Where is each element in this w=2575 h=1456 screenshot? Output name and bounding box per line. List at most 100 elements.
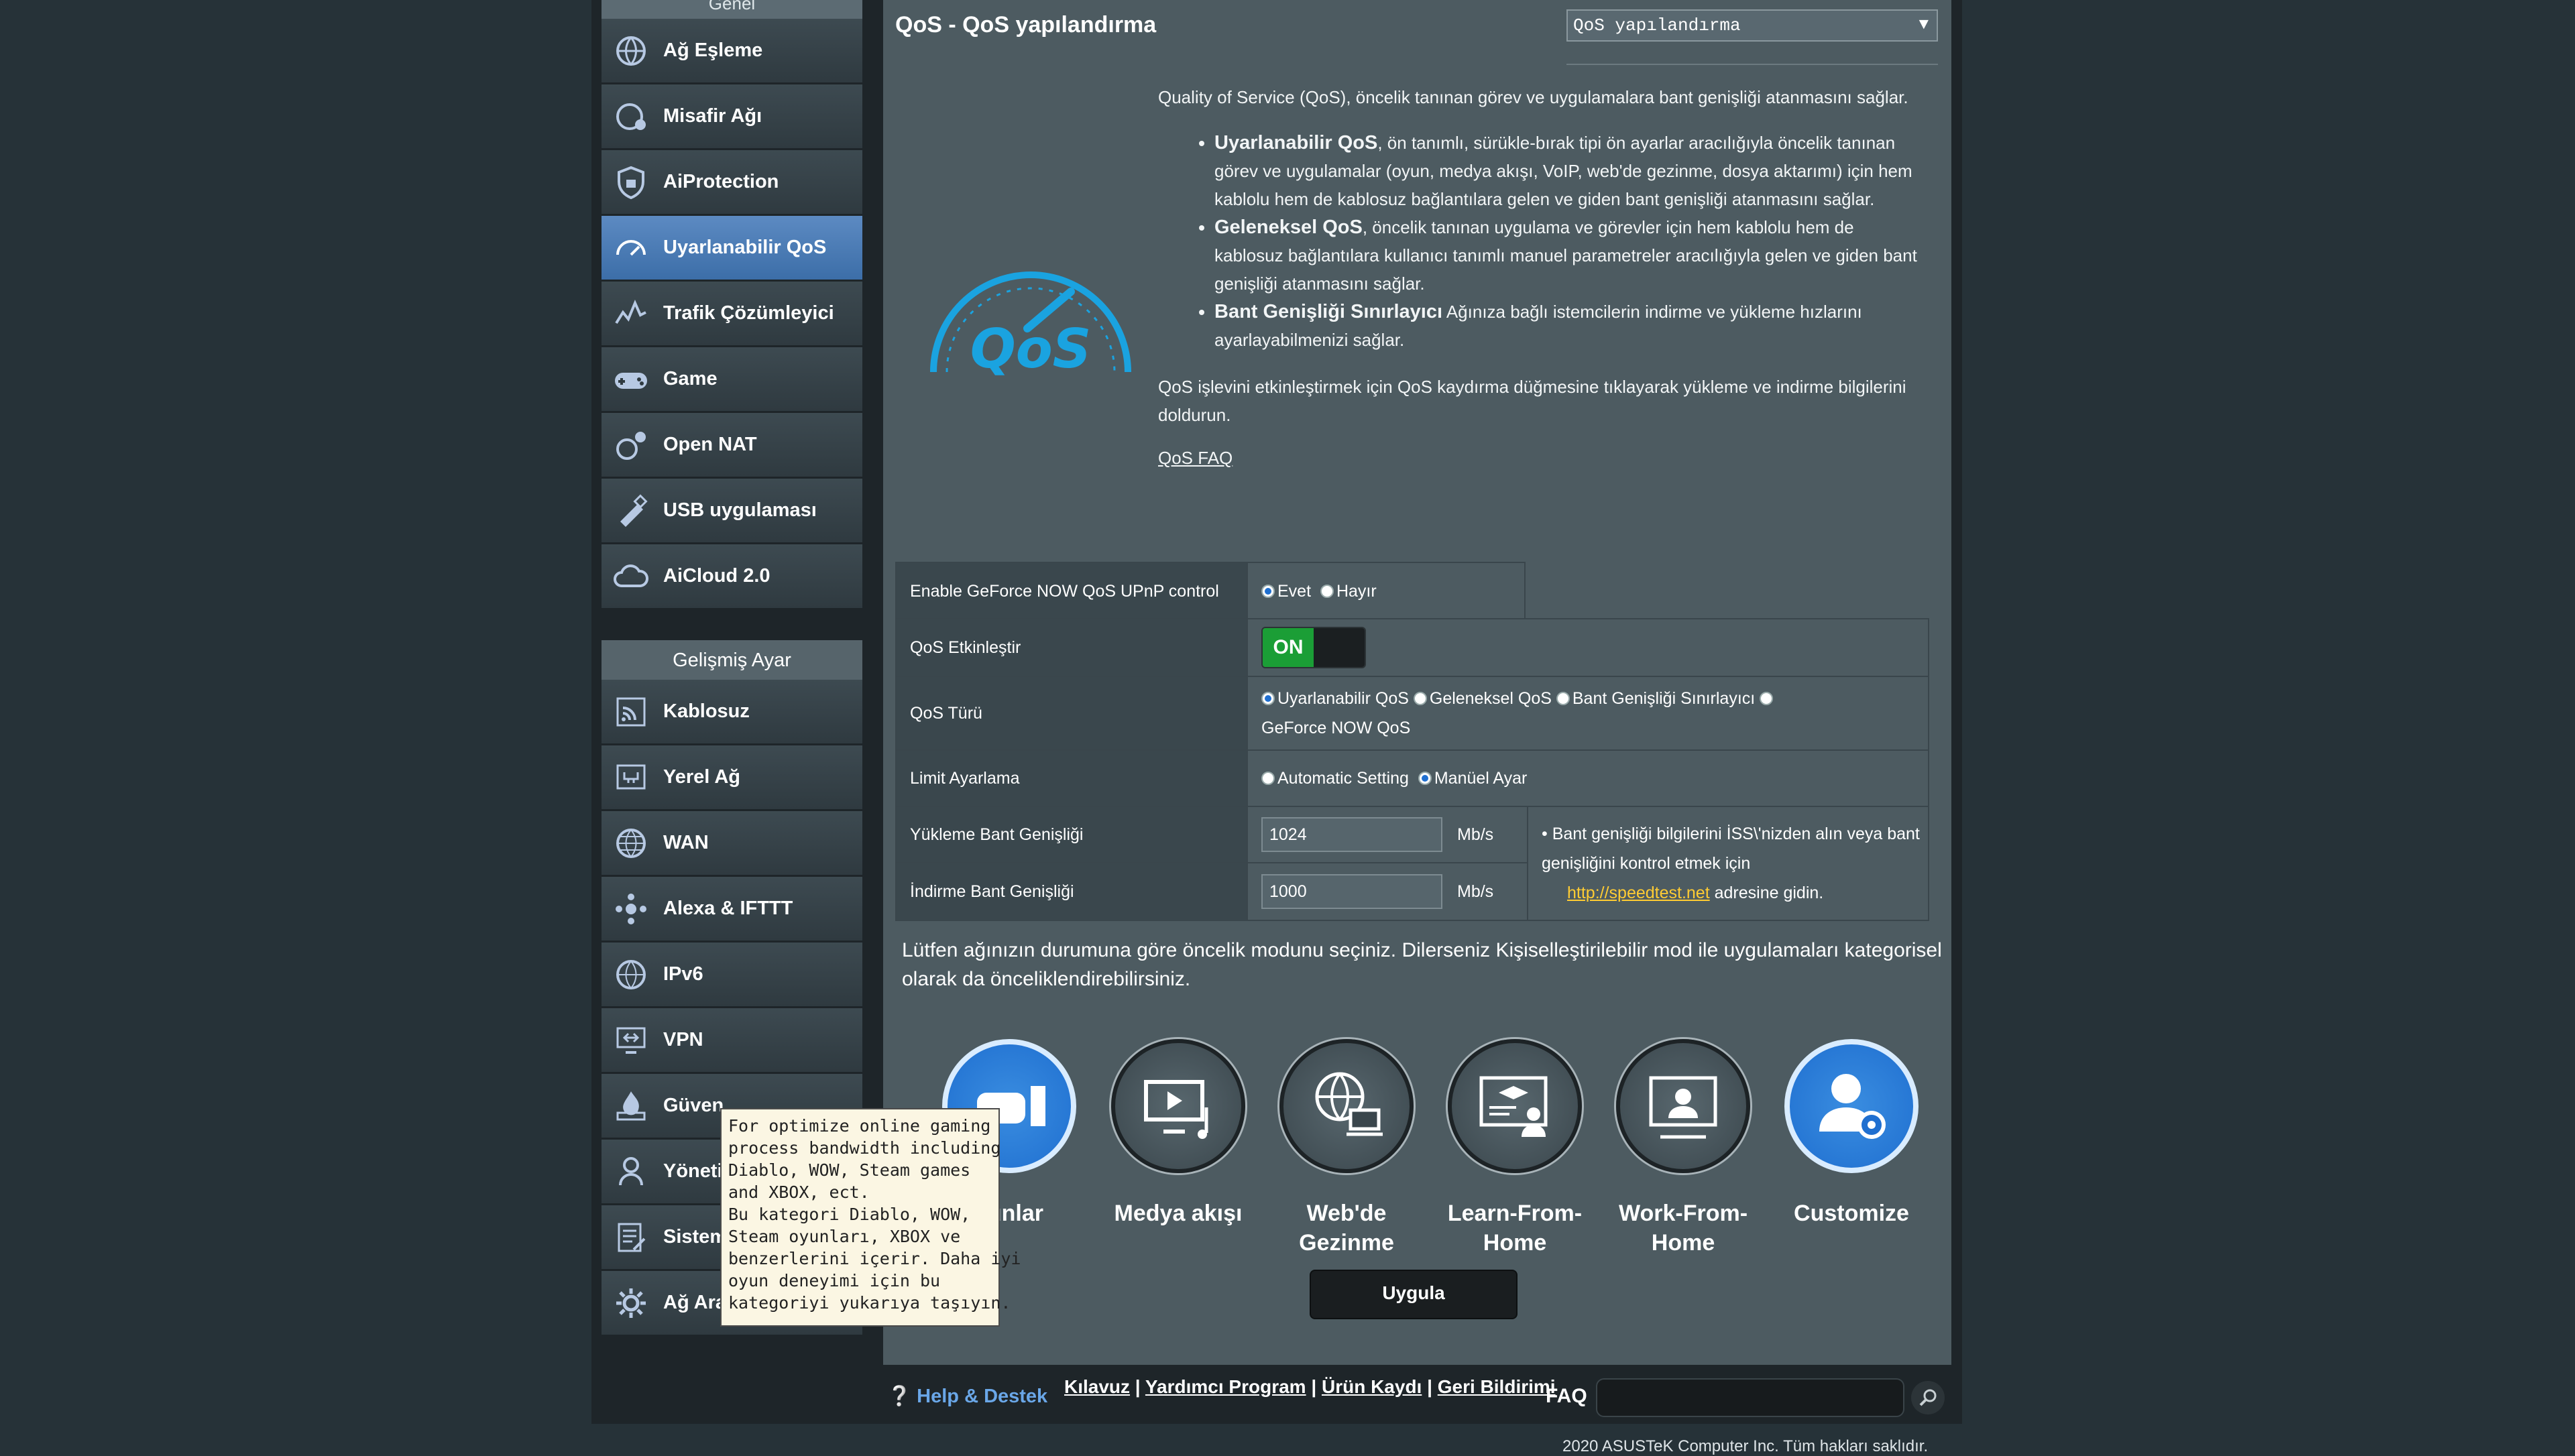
usb-icon	[610, 489, 652, 532]
guest-network-icon	[610, 95, 652, 138]
qos-settings-table: QoS Etkinleştir ON QoS Türü Uyarlanabili…	[895, 618, 1929, 921]
qos-type-geforce-radio[interactable]	[1760, 692, 1774, 705]
sidebar-item-vpn[interactable]: VPN	[602, 1008, 862, 1074]
sidebar-item-lan[interactable]: Yerel Ağ	[602, 745, 862, 811]
priority-mode-work-from-home[interactable]: Work-From-Home	[1609, 1039, 1757, 1258]
search-icon[interactable]	[1911, 1381, 1945, 1414]
sidebar-item-network-map[interactable]: Ağ Eşleme	[602, 19, 862, 84]
copyright: 2020 ASUSTeK Computer Inc. Tüm hakları s…	[1562, 1437, 1929, 1455]
upload-unit: Mb/s	[1457, 825, 1494, 844]
utility-link[interactable]: Yardımcı Program	[1145, 1376, 1306, 1397]
priority-mode-customize[interactable]: Customize	[1778, 1039, 1925, 1228]
sidebar-item-traffic-analyzer[interactable]: Trafik Çözümleyici	[602, 282, 862, 347]
media-streaming-icon	[1111, 1039, 1245, 1173]
sidebar-item-label: Yerel Ağ	[663, 766, 740, 788]
sidebar-group-general: Genel	[602, 0, 862, 19]
limit-manual-label: Manüel Ayar	[1434, 768, 1528, 788]
priority-instructions: Lütfen ağınızın durumuna göre öncelik mo…	[902, 939, 1942, 990]
sidebar-item-label: Trafik Çözümleyici	[663, 302, 834, 324]
qos-type-list: Uyarlanabilir QoS, ön tanımlı, sürükle-b…	[1158, 129, 1923, 354]
sidebar-item-label: Ağ Eşleme	[663, 40, 763, 61]
list-item: Bant Genişliği Sınırlayıcı Ağınıza bağlı…	[1214, 298, 1923, 354]
sidebar-item-label: VPN	[663, 1029, 703, 1050]
gamepad-icon	[610, 358, 652, 401]
lan-icon	[610, 756, 652, 799]
priority-mode-label: Medya akışı	[1114, 1201, 1243, 1226]
qos-type-bandwidth-limiter-radio[interactable]	[1556, 692, 1570, 705]
sidebar-item-aiprotection[interactable]: AiProtection	[602, 150, 862, 216]
sidebar-item-label: IPv6	[663, 963, 703, 985]
sidebar-item-usb-application[interactable]: USB uygulaması	[602, 479, 862, 544]
sidebar-item-label: AiProtection	[663, 171, 779, 192]
customize-icon	[1784, 1039, 1919, 1173]
tooltip-line: Steam oyunları, XBOX ve	[728, 1227, 961, 1246]
sidebar-item-alexa-ifttt[interactable]: Alexa & IFTTT	[602, 877, 862, 943]
help-support[interactable]: ❔ Help & Destek	[887, 1385, 1047, 1408]
qos-type-label: QoS Türü	[895, 676, 1248, 751]
priority-mode-label: Learn-From-Home	[1447, 1201, 1583, 1256]
sidebar-item-wan[interactable]: WAN	[602, 811, 862, 877]
apply-button[interactable]: Uygula	[1310, 1270, 1518, 1319]
svg-text:QoS: QoS	[970, 318, 1092, 380]
sidebar-item-aicloud[interactable]: AiCloud 2.0	[602, 544, 862, 610]
help-icon: ❔	[887, 1386, 912, 1407]
network-map-icon	[610, 29, 652, 72]
upload-bandwidth-input[interactable]: 1024	[1261, 817, 1442, 852]
tooltip-line: oyun deneyimi için bu	[728, 1271, 941, 1290]
limit-manual-radio[interactable]	[1418, 771, 1432, 785]
sidebar-item-ipv6[interactable]: IPv6	[602, 943, 862, 1008]
sidebar-item-label: Yöneti	[663, 1160, 723, 1182]
sidebar-item-guest-network[interactable]: Misafir Ağı	[602, 84, 862, 150]
product-registration-link[interactable]: Ürün Kaydı	[1322, 1376, 1422, 1397]
qos-mode-select[interactable]: QoS yapılandırma ▼	[1566, 9, 1938, 42]
tooltip-line: and XBOX, ect.	[728, 1182, 870, 1202]
manual-link[interactable]: Kılavuz	[1064, 1376, 1130, 1397]
qos-type-traditional-radio[interactable]	[1413, 692, 1427, 705]
sidebar-item-wireless[interactable]: Kablosuz	[602, 680, 862, 745]
sidebar-item-label: Ağ Ara	[663, 1292, 726, 1313]
qos-enable-toggle[interactable]: ON	[1261, 627, 1366, 668]
administration-icon	[610, 1150, 652, 1193]
tooltip-line: For optimize online gaming	[728, 1116, 991, 1136]
geforce-yes-radio[interactable]	[1261, 584, 1275, 598]
qos-type-bandwidth-limiter-label: Bant Genişliği Sınırlayıcı	[1572, 689, 1756, 708]
sidebar-item-game[interactable]: Game	[602, 347, 862, 413]
geforce-no-radio[interactable]	[1320, 584, 1334, 598]
wireless-icon	[610, 690, 652, 733]
priority-mode-media-streaming[interactable]: Medya akışı	[1104, 1039, 1252, 1228]
web-surfing-icon	[1279, 1039, 1414, 1173]
firewall-icon	[610, 1085, 652, 1128]
gaming-tooltip: For optimize online gaming process bandw…	[720, 1108, 1021, 1327]
sidebar-item-label: Alexa & IFTTT	[663, 898, 793, 919]
qos-type-adaptive-label: Uyarlanabilir QoS	[1277, 689, 1409, 708]
limit-automatic-radio[interactable]	[1261, 771, 1275, 785]
qos-mode-select-value: QoS yapılandırma	[1573, 15, 1741, 36]
shield-icon	[610, 161, 652, 204]
faq-label: FAQ	[1546, 1385, 1587, 1407]
sidebar-item-adaptive-qos[interactable]: Uyarlanabilir QoS	[602, 216, 862, 282]
qos-type-adaptive-radio[interactable]	[1261, 692, 1275, 705]
qos-type-geforce-label: GeForce NOW QoS	[1261, 719, 1411, 737]
open-nat-icon	[610, 424, 652, 467]
priority-mode-learn-from-home[interactable]: Learn-From-Home	[1441, 1039, 1589, 1258]
sidebar-item-label: Misafir Ağı	[663, 105, 762, 127]
download-bandwidth-input[interactable]: 1000	[1261, 874, 1442, 909]
limit-automatic-label: Automatic Setting	[1277, 768, 1409, 788]
sidebar-item-label: AiCloud 2.0	[663, 565, 770, 587]
footer: ❔ Help & Destek Kılavuz | Yardımcı Progr…	[883, 1374, 1951, 1421]
tooltip-line: kategoriyi yukarıya taşıyın.	[728, 1293, 1011, 1313]
priority-mode-label: Work-From-Home	[1618, 1201, 1748, 1256]
feedback-link[interactable]: Geri Bildirimi	[1438, 1376, 1556, 1397]
enable-instructions: QoS işlevini etkinleştirmek için QoS kay…	[1158, 377, 1906, 425]
speedtest-link[interactable]: http://speedtest.net	[1567, 884, 1710, 902]
qos-description: Quality of Service (QoS), öncelik tanına…	[1158, 83, 1923, 472]
sidebar-item-label: USB uygulaması	[663, 499, 817, 521]
advanced-settings-header: Gelişmiş Ayar	[602, 640, 862, 680]
tooltip-line: benzerlerini içerir. Daha iyi	[728, 1249, 1021, 1268]
sidebar-item-open-nat[interactable]: Open NAT	[602, 413, 862, 479]
qos-type-traditional-label: Geleneksel QoS	[1429, 689, 1552, 708]
vpn-icon	[610, 1019, 652, 1062]
priority-mode-web-surfing[interactable]: Web'de Gezinme	[1273, 1039, 1420, 1258]
faq-search-input[interactable]	[1596, 1378, 1904, 1417]
qos-faq-link[interactable]: QoS FAQ	[1158, 448, 1233, 468]
